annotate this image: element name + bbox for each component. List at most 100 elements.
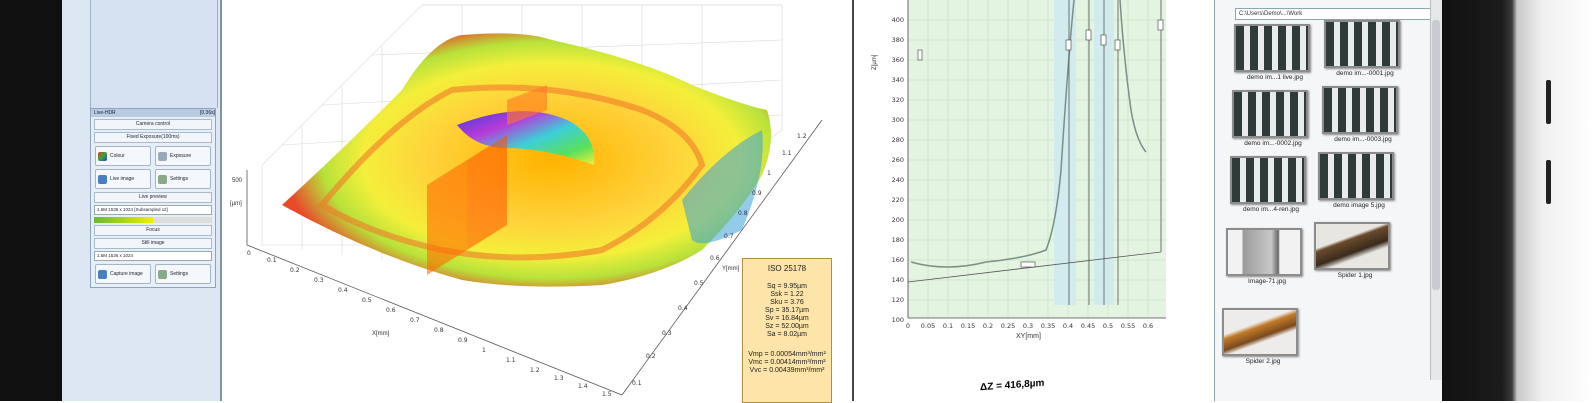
monitor-button — [1546, 80, 1551, 124]
x-tick: 0.1 — [267, 257, 277, 264]
thumbnail[interactable]: demo im...-0003.jpg — [1322, 86, 1404, 143]
iso-param: Sa = 8.02µm — [766, 331, 808, 338]
camera-icon — [98, 269, 107, 279]
y-tick: 0.3 — [662, 330, 672, 337]
thumbnail[interactable]: demo im...-0002.jpg — [1232, 90, 1314, 147]
x-tick: 1 — [482, 347, 486, 354]
exposure-icon — [158, 151, 167, 161]
x-tick: 0.15 — [961, 322, 975, 330]
thumbnail-image — [1230, 156, 1306, 204]
thumbnail[interactable]: demo im...-0001.jpg — [1324, 20, 1406, 77]
y-tick: 180 — [892, 236, 904, 244]
y-tick: 320 — [892, 96, 904, 104]
y-tick: 0.4 — [678, 305, 688, 312]
screen-divider — [852, 0, 854, 401]
selection-band-1 — [1054, 0, 1076, 305]
cursor-handle — [1100, 34, 1107, 46]
colour-button[interactable]: Colour — [95, 146, 151, 166]
x-tick: 0 — [906, 322, 910, 330]
thumbnail-image — [1234, 24, 1310, 72]
capture-image-button[interactable]: Capture image — [95, 264, 151, 284]
x-tick: 0.6 — [386, 307, 396, 314]
thumbnail-image — [1314, 222, 1390, 270]
live-preview-select[interactable]: 1.6M 1536 x 1024 [Subsampled x2] — [94, 205, 212, 215]
cursor-handle — [1020, 261, 1036, 268]
settings-button-label: Settings — [170, 176, 189, 182]
settings2-icon — [158, 269, 167, 279]
iso-param: Sv = 16.84µm — [765, 315, 809, 322]
x-tick: 1.3 — [554, 375, 564, 382]
panel-header-left: Live-HDR — [94, 110, 116, 116]
x-tick: 0.3 — [314, 277, 324, 284]
y-tick: 220 — [892, 196, 904, 204]
iso-param: Sq = 9.95µm — [766, 283, 808, 290]
profile-chart[interactable]: 100 120 140 160 180 200 220 240 260 280 … — [856, 0, 1216, 401]
x-tick: 0.25 — [1001, 322, 1015, 330]
thumbnail[interactable]: demo im...1 live.jpg — [1234, 24, 1316, 81]
thumbnail-image — [1322, 86, 1398, 134]
x-tick: 0.6 — [1143, 322, 1153, 330]
x-tick: 0.45 — [1081, 322, 1095, 330]
x-tick: 0.1 — [943, 322, 953, 330]
live-image-button[interactable]: Live image — [95, 169, 151, 189]
x-tick: 0.35 — [1041, 322, 1055, 330]
x-tick: 0 — [247, 250, 251, 257]
cursor-handle — [1085, 29, 1092, 41]
colour-icon — [98, 151, 107, 161]
thumbnail-label: Image-71.jpg — [1248, 278, 1286, 285]
x-tick: 0.2 — [290, 267, 300, 274]
iso-param: Sz = 52.00µm — [765, 323, 809, 330]
monitor-bezel-left — [0, 0, 70, 401]
thumbnail[interactable]: Image-71.jpg — [1226, 228, 1308, 285]
x-tick: 0.7 — [410, 317, 420, 324]
x-tick: 0.3 — [1023, 322, 1033, 330]
camera-control-label: Camera control — [94, 119, 212, 130]
focus-label: Focus — [94, 225, 212, 236]
y-tick: 160 — [892, 256, 904, 264]
camera-settings-box: Live-HDR [0.36s] Camera control Fixed Ex… — [90, 108, 216, 288]
thumbnail-label: demo im...4-ren.jpg — [1243, 206, 1299, 213]
still-image-select[interactable]: 1.6M 1536 x 1024 — [94, 251, 212, 261]
settings2-button[interactable]: Settings — [155, 264, 211, 284]
x-tick: 0.9 — [458, 337, 468, 344]
thumbnail-image — [1222, 308, 1298, 356]
x-tick: 0.2 — [983, 322, 993, 330]
thumbnail[interactable]: demo im...4-ren.jpg — [1230, 156, 1312, 213]
x-tick: 1.2 — [530, 367, 540, 374]
profile-plot-area — [908, 0, 1166, 318]
x-tick: 0.8 — [434, 327, 444, 334]
panel-blank-area — [90, 0, 218, 108]
thumbnail[interactable]: demo image 5.jpg — [1318, 152, 1400, 209]
iso-param: Sp = 35.17µm — [765, 307, 809, 314]
y-tick: 0.2 — [646, 353, 656, 360]
exposure-mode-dropdown[interactable]: Fixed Exposure(100ms) — [94, 132, 212, 143]
x-tick: 0.4 — [338, 287, 348, 294]
x-tick: 0.4 — [1063, 322, 1073, 330]
live-image-button-label: Live image — [110, 176, 135, 182]
x-tick: 0.5 — [362, 297, 372, 304]
y-tick: 240 — [892, 176, 904, 184]
cursor-handle — [1157, 19, 1164, 31]
thumbnail[interactable]: Spider 1.jpg — [1314, 222, 1396, 279]
settings-icon — [158, 174, 167, 184]
x-tick: 1.4 — [578, 383, 588, 390]
y-tick: 0.5 — [694, 280, 704, 287]
x-tick: 0.05 — [921, 322, 935, 330]
iso-vparam: Vmp = 0.00054mm³/mm² — [748, 351, 826, 358]
iso-param: Ssk = 1.22 — [770, 291, 804, 298]
y-tick: 140 — [892, 276, 904, 284]
exposure-button-label: Exposure — [170, 153, 192, 159]
y-tick: 0.9 — [752, 190, 762, 197]
profile-x-ticks: 0 0.05 0.1 0.15 0.2 0.25 0.3 0.35 0.4 0.… — [906, 322, 1153, 330]
iso-title: ISO 25178 — [767, 264, 807, 273]
exposure-button[interactable]: Exposure — [155, 146, 211, 166]
y-tick: 0.6 — [710, 255, 720, 262]
scrollbar-thumb[interactable] — [1432, 20, 1440, 290]
x-axis-label: X[mm] — [372, 331, 390, 337]
folder-path-field[interactable]: C:\Users\Demo\...\Work — [1235, 8, 1436, 20]
z-axis-tick: 500 — [232, 178, 243, 184]
z-axis-unit: [µm] — [230, 201, 242, 207]
settings-button[interactable]: Settings — [155, 169, 211, 189]
y-tick: 1.1 — [782, 150, 792, 157]
thumbnail[interactable]: Spider 2.jpg — [1222, 308, 1304, 365]
